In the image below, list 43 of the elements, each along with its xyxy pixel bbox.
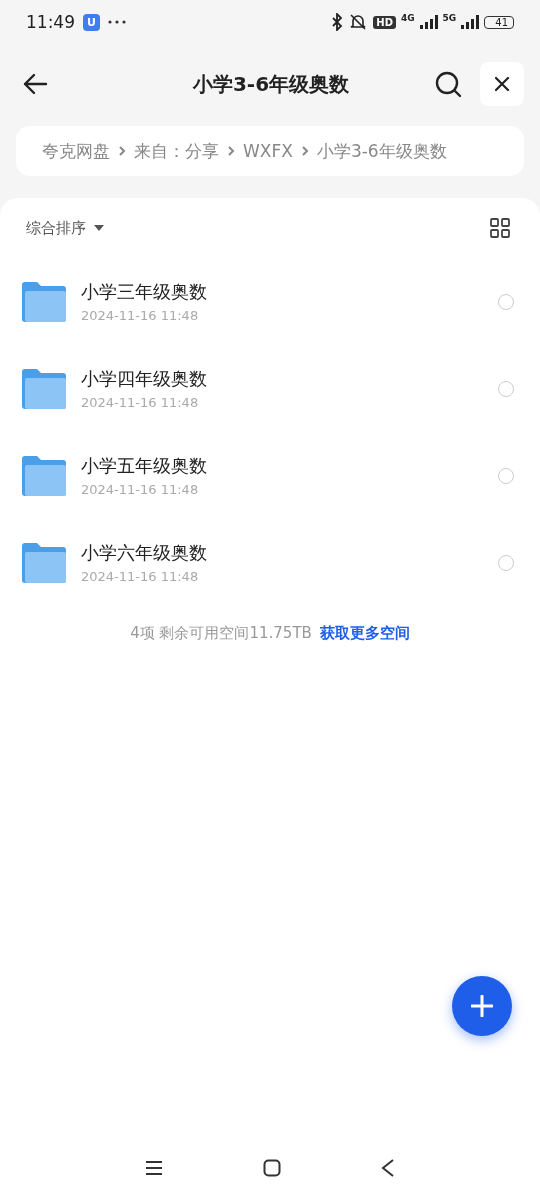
menu-icon[interactable] [145,1160,163,1176]
folder-name[interactable]: 小学四年级奥数 [81,367,498,391]
chevron-right-icon [227,145,235,157]
breadcrumb-item[interactable]: 小学3-6年级奥数 [316,139,447,163]
signal-icon [419,15,438,29]
folder-name[interactable]: 小学五年级奥数 [81,454,498,478]
more-dots-icon [108,20,126,24]
plus-icon [471,995,493,1017]
hd-badge: HD [373,15,396,29]
storage-summary: 4项 剩余可用空间11.75TB [130,624,312,642]
chevron-right-icon [300,145,309,157]
signal-icon [461,15,480,29]
modified-date: 2024-11-16 11:48 [81,308,200,323]
back-arrow-icon[interactable] [22,73,48,95]
caret-icon [94,225,104,231]
close-icon [494,76,510,92]
status-time: 11:49 [26,12,75,32]
folder-icon [22,542,66,583]
folder-name[interactable]: 小学六年级奥数 [81,541,498,565]
back-caret-icon[interactable] [381,1159,395,1177]
network-label: 4G [400,13,415,23]
search-icon[interactable] [434,70,462,98]
folder-name[interactable]: 小学三年级奥数 [81,280,498,304]
chevron-right-icon [118,145,126,157]
folder-icon [22,281,66,322]
page-title: 小学3-6年级奥数 [191,70,351,98]
network-label: 5G [442,13,457,23]
get-more-space-link[interactable]: 获取更多空间 [319,624,410,642]
folder-icon [22,455,66,496]
app-badge-icon: U [83,13,100,31]
breadcrumb-item[interactable]: 来自：分享 [134,139,219,163]
battery-level: 41 [484,15,514,29]
bluetooth-icon [331,13,344,31]
sort-dropdown[interactable]: 综合排序 [26,218,104,238]
breadcrumb-item[interactable]: WXFX [243,141,293,161]
breadcrumb-item[interactable]: 夸克网盘 [42,139,110,163]
modified-date: 2024-11-16 11:48 [81,569,200,584]
close-button[interactable] [480,62,524,106]
grid-view-icon[interactable] [490,218,510,238]
modified-date: 2024-11-16 11:48 [81,395,200,410]
modified-date: 2024-11-16 11:48 [81,482,200,497]
home-square-icon[interactable] [263,1159,281,1177]
folder-icon [22,368,66,409]
